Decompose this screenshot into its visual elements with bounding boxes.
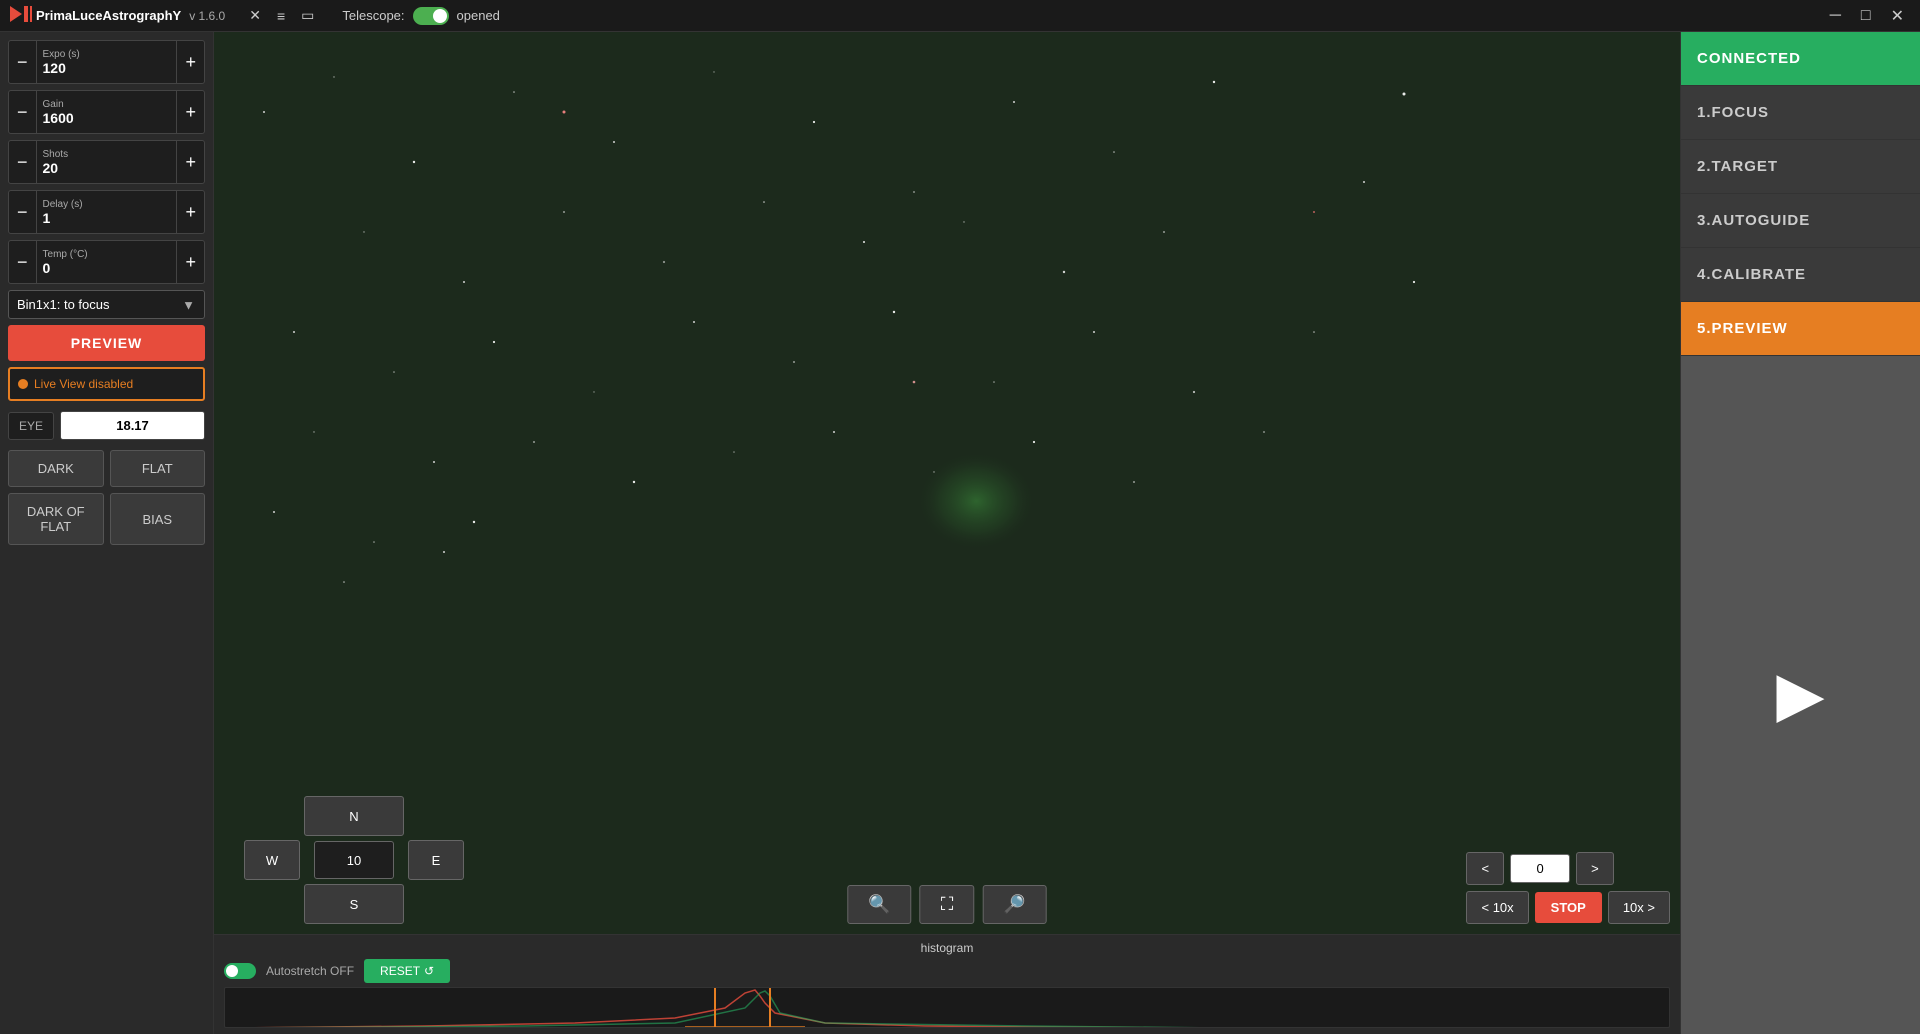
east-button[interactable]: E	[408, 840, 464, 880]
frame-next10-button[interactable]: 10x >	[1608, 891, 1670, 924]
left-panel: − Expo (s) 120 + − Gain 1600 + − Shots 2…	[0, 32, 214, 1034]
zoom-out-button[interactable]: 🔍	[982, 885, 1046, 924]
frame-next-button[interactable]: >	[1576, 852, 1614, 885]
gain-label: Gain	[43, 99, 171, 110]
live-dot-icon	[18, 379, 28, 389]
close-button[interactable]: ✕	[1883, 4, 1912, 28]
histogram-title: histogram	[224, 941, 1670, 955]
save-icon-btn[interactable]: ▭	[297, 5, 318, 26]
delay-value: 1	[43, 210, 171, 226]
histogram-graph	[224, 987, 1670, 1028]
next-arrow-icon: ►	[1761, 655, 1840, 735]
frame-prev-button[interactable]: <	[1466, 852, 1504, 885]
shots-row: − Shots 20 +	[8, 140, 205, 184]
speed-select[interactable]: 10 5 1	[314, 841, 394, 879]
west-button[interactable]: W	[244, 840, 300, 880]
temp-label: Temp (°C)	[43, 249, 171, 260]
frame-number-input[interactable]	[1510, 854, 1570, 883]
maximize-button[interactable]: □	[1853, 4, 1879, 28]
bin-select-wrapper: Bin1x1: to focus ▼	[8, 290, 205, 319]
gain-plus-button[interactable]: +	[176, 91, 204, 133]
title-icons: ✕ ≡ ▭	[245, 5, 318, 26]
telescope-label: Telescope:	[342, 8, 404, 23]
dark-of-flat-button[interactable]: DARK OF FLAT	[8, 493, 104, 545]
shots-minus-button[interactable]: −	[9, 141, 37, 183]
histogram-controls: Autostretch OFF RESET ↺	[224, 959, 1670, 983]
expo-plus-button[interactable]: +	[176, 41, 204, 83]
live-view-button[interactable]: Live View disabled	[8, 367, 205, 401]
zoom-in-button[interactable]: 🔍	[847, 885, 911, 924]
north-button[interactable]: N	[304, 796, 404, 836]
preview-step-button[interactable]: 5.PREVIEW	[1681, 302, 1920, 356]
gain-row: − Gain 1600 +	[8, 90, 205, 134]
fullscreen-button[interactable]: ⛶	[920, 885, 975, 924]
live-view-label: Live View disabled	[34, 377, 133, 391]
app-version: v 1.6.0	[189, 9, 225, 23]
south-button[interactable]: S	[304, 884, 404, 924]
temp-plus-button[interactable]: +	[176, 241, 204, 283]
shots-plus-button[interactable]: +	[176, 141, 204, 183]
reset-label: RESET	[380, 964, 420, 978]
eye-value: 18.17	[60, 411, 205, 440]
eye-label: EYE	[8, 412, 54, 440]
temp-value: 0	[43, 260, 171, 276]
expo-row: − Expo (s) 120 +	[8, 40, 205, 84]
right-panel: CONNECTED 1.FOCUS 2.TARGET 3.AUTOGUIDE 4…	[1680, 32, 1920, 1034]
telescope-toggle[interactable]	[413, 7, 449, 25]
telescope-opened: opened	[457, 8, 500, 23]
bin-select[interactable]: Bin1x1: to focus	[8, 290, 205, 319]
gain-minus-button[interactable]: −	[9, 91, 37, 133]
shots-value: 20	[43, 160, 171, 176]
window-controls: ─ □ ✕	[1822, 4, 1912, 28]
delay-plus-button[interactable]: +	[176, 191, 204, 233]
settings-icon-btn[interactable]: ≡	[273, 6, 289, 26]
stop-button[interactable]: STOP	[1535, 892, 1602, 923]
temp-row: − Temp (°C) 0 +	[8, 240, 205, 284]
delay-label: Delay (s)	[43, 199, 171, 210]
gain-value: 1600	[43, 110, 171, 126]
cursor-icon-btn[interactable]: ✕	[245, 5, 265, 26]
eye-row: EYE 18.17	[8, 411, 205, 440]
telescope-status: Telescope: opened	[342, 7, 500, 25]
autostretch-toggle[interactable]	[224, 963, 256, 979]
dark-button[interactable]: DARK	[8, 450, 104, 487]
shots-label: Shots	[43, 149, 171, 160]
focus-button[interactable]: 1.FOCUS	[1681, 86, 1920, 140]
navigation-pad: N W 10 5 1 E S	[244, 796, 464, 924]
minimize-button[interactable]: ─	[1822, 4, 1849, 28]
calibration-grid: DARK FLAT DARK OF FLAT BIAS	[8, 450, 205, 545]
zoom-controls: 🔍 ⛶ 🔍	[847, 885, 1046, 924]
expo-minus-button[interactable]: −	[9, 41, 37, 83]
image-view: N W 10 5 1 E S 🔍 ⛶ 🔍	[214, 32, 1680, 934]
histogram-panel: histogram Autostretch OFF RESET ↺	[214, 934, 1680, 1034]
center-area: N W 10 5 1 E S 🔍 ⛶ 🔍	[214, 32, 1680, 1034]
frame-prev10-button[interactable]: < 10x	[1466, 891, 1528, 924]
autoguide-button[interactable]: 3.AUTOGUIDE	[1681, 194, 1920, 248]
play-icon	[8, 4, 32, 27]
app-logo: PrimaLuceAstrographY	[8, 4, 181, 27]
frame-controls: < > < 10x STOP 10x >	[1466, 852, 1670, 924]
flat-button[interactable]: FLAT	[110, 450, 206, 487]
reset-icon: ↺	[424, 964, 434, 978]
autostretch-label: Autostretch OFF	[266, 964, 354, 978]
reset-button[interactable]: RESET ↺	[364, 959, 450, 983]
calibrate-button[interactable]: 4.CALIBRATE	[1681, 248, 1920, 302]
expo-value: 120	[43, 60, 171, 76]
bias-button[interactable]: BIAS	[110, 493, 206, 545]
connected-button[interactable]: CONNECTED	[1681, 32, 1920, 86]
temp-minus-button[interactable]: −	[9, 241, 37, 283]
app-name: PrimaLuceAstrographY	[36, 8, 181, 23]
preview-button[interactable]: PREVIEW	[8, 325, 205, 361]
delay-minus-button[interactable]: −	[9, 191, 37, 233]
expo-label: Expo (s)	[43, 49, 171, 60]
delay-row: − Delay (s) 1 +	[8, 190, 205, 234]
main-layout: − Expo (s) 120 + − Gain 1600 + − Shots 2…	[0, 32, 1920, 1034]
title-bar: PrimaLuceAstrographY v 1.6.0 ✕ ≡ ▭ Teles…	[0, 0, 1920, 32]
next-section-area[interactable]: ►	[1681, 356, 1920, 1034]
target-button[interactable]: 2.TARGET	[1681, 140, 1920, 194]
